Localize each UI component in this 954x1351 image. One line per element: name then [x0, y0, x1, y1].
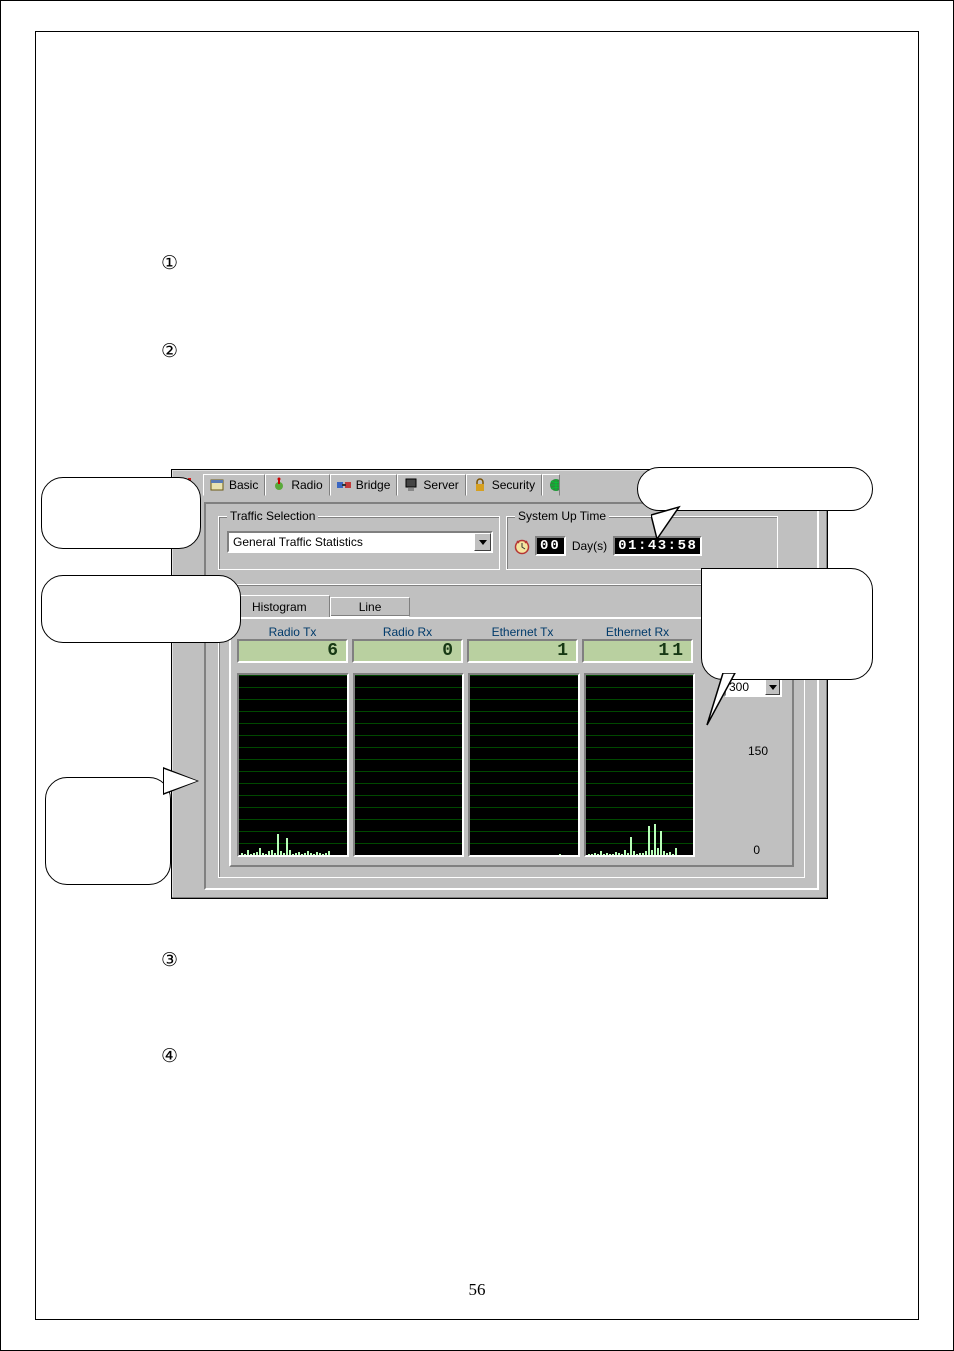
uptime-days-value: 00: [535, 536, 566, 556]
metric-label: Radio Tx: [237, 625, 348, 639]
system-uptime-group: System Up Time 00 Day(s) 01:43:58: [506, 516, 778, 570]
y-scale-zero: 0: [753, 843, 760, 857]
tab-radio[interactable]: Radio: [265, 474, 329, 496]
histogram-radio-rx: [353, 673, 465, 857]
metric-ethernet-tx: Ethernet Tx 1: [467, 625, 578, 663]
callout-3: [701, 568, 873, 680]
traffic-selection-legend: Traffic Selection: [227, 509, 318, 523]
metric-radio-rx: Radio Rx 0: [352, 625, 463, 663]
metric-value: 0: [352, 639, 463, 663]
metric-value: 6: [237, 639, 348, 663]
metric-radio-tx: Radio Tx 6: [237, 625, 348, 663]
globe-icon: [548, 477, 560, 493]
callout-4: [45, 777, 171, 885]
metric-value: 1: [467, 639, 578, 663]
callout-1: [41, 477, 201, 549]
chevron-down-icon: [769, 685, 777, 690]
dropdown-button[interactable]: [765, 679, 780, 695]
traffic-selection-group: Traffic Selection General Traffic Statis…: [218, 516, 500, 570]
metric-value: 11: [582, 639, 693, 663]
chart-type-tabs: Histogram Line: [229, 595, 410, 617]
metrics-row: Radio Tx 6 Radio Rx 0 Ethernet Tx 1: [237, 625, 693, 663]
histogram-ethernet-tx: [468, 673, 580, 857]
bridge-icon: [336, 477, 352, 493]
tab-overflow[interactable]: [542, 474, 560, 496]
traffic-selection-value: General Traffic Statistics: [229, 535, 474, 549]
metric-label: Radio Rx: [352, 625, 463, 639]
tab-server[interactable]: Server: [397, 474, 465, 496]
metric-label: Ethernet Tx: [467, 625, 578, 639]
marker-3: ③: [161, 951, 178, 970]
tab-basic-label: Basic: [229, 478, 258, 492]
tab-bridge-label: Bridge: [356, 478, 391, 492]
server-icon: [403, 477, 419, 493]
tab-server-label: Server: [423, 478, 458, 492]
tab-security-label: Security: [492, 478, 535, 492]
histogram-row: [237, 673, 695, 857]
tab-basic[interactable]: Basic: [203, 474, 265, 496]
tab-line[interactable]: Line: [330, 597, 411, 617]
dropdown-button[interactable]: [474, 533, 491, 551]
traffic-selection-dropdown[interactable]: General Traffic Statistics: [227, 531, 493, 553]
callout-5-pointer: [651, 505, 681, 535]
system-uptime-legend: System Up Time: [515, 509, 609, 523]
clock-icon: [513, 537, 531, 555]
histogram-radio-tx: [237, 673, 349, 857]
callout-3-pointer: [715, 677, 735, 717]
tab-bridge[interactable]: Bridge: [330, 474, 398, 496]
tab-security[interactable]: Security: [466, 474, 542, 496]
marker-1: ①: [161, 254, 178, 273]
lock-icon: [472, 477, 488, 493]
y-scale-mid: 150: [748, 744, 768, 758]
page-number: 56: [1, 1280, 953, 1300]
radio-icon: [271, 477, 287, 493]
metric-label: Ethernet Rx: [582, 625, 693, 639]
marker-2: ②: [161, 342, 178, 361]
chevron-down-icon: [479, 540, 487, 545]
tab-histogram[interactable]: Histogram: [229, 595, 330, 617]
metric-ethernet-rx: Ethernet Rx 11: [582, 625, 693, 663]
basic-icon: [209, 477, 225, 493]
tab-radio-label: Radio: [291, 478, 322, 492]
histogram-ethernet-rx: [584, 673, 696, 857]
callout-2: [41, 575, 241, 643]
uptime-days-label: Day(s): [570, 539, 609, 553]
marker-4: ④: [161, 1047, 178, 1066]
callout-4-pointer: [163, 767, 199, 795]
top-tabbar: Basic Radio Bridge Server: [203, 474, 560, 496]
